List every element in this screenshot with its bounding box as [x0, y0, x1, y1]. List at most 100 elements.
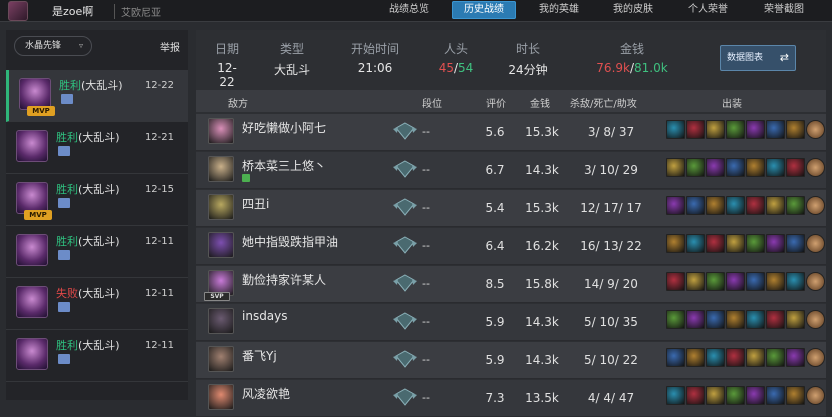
champion-avatar[interactable]	[208, 232, 234, 258]
item-icon	[706, 348, 725, 367]
item-icon	[786, 386, 805, 405]
item-icon	[786, 310, 805, 329]
player-name[interactable]: 四丑i	[242, 195, 269, 212]
player-name[interactable]: 好吃懒做小阿七	[242, 119, 326, 136]
tab-history[interactable]: 历史战绩	[452, 1, 516, 19]
table-row[interactable]: 好吃懒做小阿七 -- 5.6 15.3k 3/ 8/ 37	[196, 114, 826, 151]
champion-avatar[interactable]	[208, 194, 234, 220]
tab-overview[interactable]: 战绩总览	[380, 0, 438, 22]
item-build	[666, 234, 825, 256]
match-result: 胜利(大乱斗)	[56, 339, 120, 352]
item-icon	[746, 348, 765, 367]
mvp-badge: MVP	[27, 106, 55, 116]
item-icon	[706, 196, 725, 215]
data-chart-button[interactable]: 数据图表 ⇄	[720, 45, 796, 71]
rank-value: --	[422, 353, 430, 366]
header-kda: 杀敌/死亡/助攻	[570, 99, 637, 110]
match-list-item[interactable]: 失败(大乱斗) 12-11	[6, 278, 188, 330]
match-date: 12-21	[144, 132, 174, 143]
rank-icon	[393, 122, 417, 140]
item-icon	[686, 348, 705, 367]
match-list-item[interactable]: MVP 胜利(大乱斗) 12-22	[6, 70, 188, 122]
item-icon	[766, 196, 785, 215]
match-list-item[interactable]: 胜利(大乱斗) 12-11	[6, 226, 188, 278]
item-icon	[766, 272, 785, 291]
item-icon	[726, 158, 745, 177]
player-name[interactable]: 她中指毁跌指甲油	[242, 233, 338, 250]
trinket-icon	[806, 386, 825, 405]
item-icon	[666, 348, 685, 367]
match-date: 12-11	[144, 340, 174, 351]
trinket-icon	[806, 348, 825, 367]
table-row[interactable]: insdays -- 5.9 14.3k 5/ 10/ 35	[196, 304, 826, 341]
item-icon	[786, 272, 805, 291]
item-icon	[666, 272, 685, 291]
champion-icon	[16, 130, 48, 162]
gold-value: 15.3k	[525, 125, 559, 139]
header-rank: 段位	[422, 99, 442, 110]
rank-icon	[393, 274, 417, 292]
item-icon	[666, 158, 685, 177]
rank-icon	[393, 236, 417, 254]
player-name[interactable]: insdays	[242, 309, 288, 323]
player-name: 是zoe啊	[52, 5, 94, 18]
rank-value: --	[422, 201, 430, 214]
item-icon	[746, 386, 765, 405]
match-result: 胜利(大乱斗)	[56, 235, 120, 248]
kda-value: 5/ 10/ 22	[584, 353, 638, 367]
player-avatar[interactable]	[8, 1, 28, 21]
rank-icon	[393, 388, 417, 406]
table-row[interactable]: SVP 勤俭持家许某人 -- 8.5 15.8k 14/ 9/ 20	[196, 266, 826, 303]
champion-icon	[16, 338, 48, 370]
table-row[interactable]: 番飞Yj -- 5.9 14.3k 5/ 10/ 22	[196, 342, 826, 379]
item-build	[666, 348, 825, 370]
player-name[interactable]: 桥本菜三上悠丶	[242, 157, 326, 174]
rank-value: --	[422, 125, 430, 138]
item-icon	[706, 234, 725, 253]
trinket-icon	[806, 272, 825, 291]
score-value: 5.4	[485, 201, 505, 215]
item-icon	[786, 158, 805, 177]
player-name[interactable]: 风凌欲艳	[242, 385, 290, 402]
tab-honor[interactable]: 个人荣誉	[678, 0, 738, 22]
kda-value: 4/ 4/ 47	[587, 391, 635, 405]
report-button[interactable]: 举报	[160, 39, 180, 54]
header-score: 评价	[486, 99, 506, 110]
match-list-item[interactable]: MVP 胜利(大乱斗) 12-15	[6, 174, 188, 226]
item-icon	[706, 386, 725, 405]
item-icon	[726, 386, 745, 405]
champion-avatar[interactable]	[208, 346, 234, 372]
champion-avatar[interactable]	[208, 308, 234, 334]
table-row[interactable]: 四丑i -- 5.4 15.3k 12/ 17/ 17	[196, 190, 826, 227]
chevron-down-icon: ▿	[78, 41, 83, 50]
item-build	[666, 196, 825, 218]
player-name[interactable]: 番飞Yj	[242, 347, 277, 364]
tab-heroes[interactable]: 我的英雄	[530, 0, 588, 22]
trinket-icon	[806, 120, 825, 139]
champion-avatar[interactable]	[208, 384, 234, 410]
match-list-item[interactable]: 胜利(大乱斗) 12-11	[6, 330, 188, 382]
item-icon	[746, 120, 765, 139]
champion-avatar[interactable]	[208, 118, 234, 144]
item-icon	[686, 310, 705, 329]
table-row[interactable]: 风凌欲艳 -- 7.3 13.5k 4/ 4/ 47	[196, 380, 826, 417]
table-row[interactable]: 桥本菜三上悠丶 -- 6.7 14.3k 3/ 10/ 29	[196, 152, 826, 189]
item-icon	[746, 234, 765, 253]
item-icon	[686, 386, 705, 405]
table-row[interactable]: 她中指毁跌指甲油 -- 6.4 16.2k 16/ 13/ 22	[196, 228, 826, 265]
tab-screenshots[interactable]: 荣誉截图	[754, 0, 814, 22]
top-bar: 是zoe啊 艾欧尼亚 战绩总览 历史战绩 我的英雄 我的皮肤 个人荣誉 荣誉截图	[0, 0, 832, 22]
item-build	[666, 386, 825, 408]
queue-icon	[58, 302, 70, 312]
tab-skins[interactable]: 我的皮肤	[604, 0, 662, 22]
kda-value: 14/ 9/ 20	[584, 277, 638, 291]
score-value: 6.4	[485, 239, 505, 253]
mode-filter-dropdown[interactable]: 水晶先锋 ▿	[14, 36, 92, 56]
player-name[interactable]: 勤俭持家许某人	[242, 271, 326, 288]
gold-value: 15.3k	[525, 201, 559, 215]
rank-icon	[393, 350, 417, 368]
match-list-item[interactable]: 胜利(大乱斗) 12-21	[6, 122, 188, 174]
item-icon	[766, 234, 785, 253]
champion-avatar[interactable]	[208, 156, 234, 182]
item-icon	[766, 386, 785, 405]
